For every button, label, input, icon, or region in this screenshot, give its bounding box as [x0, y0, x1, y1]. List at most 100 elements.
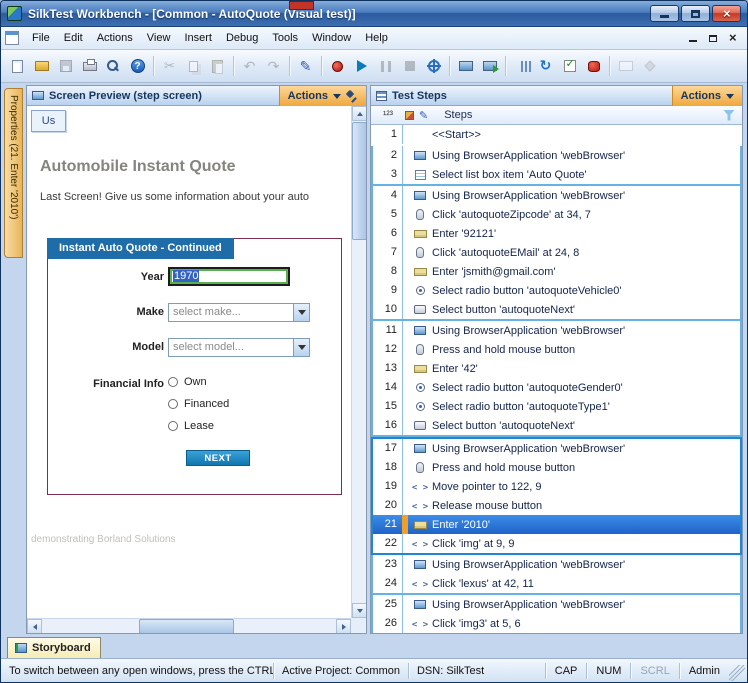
print-icon[interactable] — [78, 55, 101, 78]
mdi-restore-button[interactable] — [704, 31, 721, 46]
step-text: Click 'lexus' at 42, 11 — [432, 578, 740, 590]
next-button[interactable]: NEXT — [186, 450, 250, 466]
test-step-row-8[interactable]: 8Enter 'jsmith@gmail.com' — [373, 262, 740, 281]
test-step-row-17[interactable]: 17Using BrowserApplication 'webBrowser' — [373, 439, 740, 458]
new-file-icon[interactable] — [6, 55, 29, 78]
year-input[interactable]: 1970 — [168, 267, 290, 286]
test-step-row-2[interactable]: 2Using BrowserApplication 'webBrowser' — [373, 146, 740, 165]
steps-column-header[interactable]: ¹²³ Steps — [371, 106, 742, 125]
radio-label: Own — [184, 376, 207, 388]
resize-grip[interactable] — [729, 665, 745, 681]
pin-icon[interactable] — [346, 90, 358, 103]
mdi-close-button[interactable] — [724, 31, 741, 46]
radio-button-icon[interactable] — [168, 399, 178, 409]
play-icon[interactable] — [350, 55, 373, 78]
test-step-row-10[interactable]: 10Select button 'autoquoteNext' — [373, 300, 740, 319]
financial-option-financed[interactable]: Financed — [168, 397, 229, 411]
test-step-row-15[interactable]: 15Select radio button 'autoquoteType1' — [373, 397, 740, 416]
test-steps-actions-dropdown[interactable]: Actions — [672, 86, 742, 106]
menu-file[interactable]: File — [25, 29, 57, 47]
page-footer: demonstrating Borland Solutions — [31, 534, 176, 545]
test-step-row-20[interactable]: 20Release mouse button — [373, 496, 740, 515]
vertical-scroll-thumb[interactable] — [352, 122, 366, 240]
vertical-scrollbar[interactable] — [351, 106, 366, 618]
mdi-minimize-button[interactable] — [684, 31, 701, 46]
nav-fragment-button[interactable]: Us — [31, 110, 66, 132]
test-steps-columns-icon[interactable] — [510, 55, 533, 78]
radio-button-icon[interactable] — [168, 377, 178, 387]
scroll-down-button[interactable] — [352, 603, 366, 618]
test-step-row-23[interactable]: 23Using BrowserApplication 'webBrowser' — [373, 555, 740, 574]
dropdown-arrow-icon[interactable] — [293, 339, 309, 356]
screen-preview-toggle-icon[interactable] — [454, 55, 477, 78]
sync-icon[interactable] — [534, 55, 557, 78]
minimize-button[interactable] — [650, 5, 679, 22]
open-icon[interactable] — [30, 55, 53, 78]
menu-help[interactable]: Help — [358, 29, 395, 47]
menu-actions[interactable]: Actions — [90, 29, 140, 47]
sort-number-icon[interactable]: ¹²³ — [383, 110, 393, 121]
object-column-icon[interactable] — [405, 111, 414, 120]
model-select[interactable]: select model... — [168, 338, 310, 357]
test-step-row-3[interactable]: 3Select list box item 'Auto Quote' — [373, 165, 740, 184]
test-step-row-26[interactable]: 26Click 'img3' at 5, 6 — [373, 614, 740, 633]
menu-insert[interactable]: Insert — [177, 29, 219, 47]
scroll-right-button[interactable] — [336, 619, 351, 633]
financial-info-label: Financial Info — [52, 378, 164, 390]
test-step-row-1[interactable]: 1<<Start>> — [373, 125, 740, 144]
make-select[interactable]: select make... — [168, 303, 310, 322]
test-step-row-9[interactable]: 9Select radio button 'autoquoteVehicle0' — [373, 281, 740, 300]
screen-export-icon[interactable] — [478, 55, 501, 78]
database-stop-icon[interactable] — [582, 55, 605, 78]
current-step-group: 17Using BrowserApplication 'webBrowser'1… — [371, 437, 742, 555]
test-step-row-19[interactable]: 19Move pointer to 122, 9 — [373, 477, 740, 496]
step-text: Select list box item 'Auto Quote' — [432, 169, 740, 181]
test-step-row-18[interactable]: 18Press and hold mouse button — [373, 458, 740, 477]
maximize-button[interactable] — [681, 5, 710, 22]
test-step-row-13[interactable]: 13Enter '42' — [373, 359, 740, 378]
verify-icon[interactable] — [558, 55, 581, 78]
menu-debug[interactable]: Debug — [219, 29, 265, 47]
paste-icon — [206, 55, 229, 78]
menu-tools[interactable]: Tools — [265, 29, 305, 47]
test-step-row-16[interactable]: 16Select button 'autoquoteNext' — [373, 416, 740, 435]
scroll-left-button[interactable] — [27, 619, 42, 633]
scroll-up-button[interactable] — [352, 106, 366, 121]
financial-option-own[interactable]: Own — [168, 375, 207, 389]
help-icon[interactable] — [126, 55, 149, 78]
code-icon — [408, 618, 432, 630]
menu-window[interactable]: Window — [305, 29, 358, 47]
test-step-row-4[interactable]: 4Using BrowserApplication 'webBrowser' — [373, 186, 740, 205]
storyboard-tab[interactable]: Storyboard — [7, 637, 101, 658]
pen-icon[interactable] — [294, 55, 317, 78]
test-step-row-12[interactable]: 12Press and hold mouse button — [373, 340, 740, 359]
menu-view[interactable]: View — [140, 29, 178, 47]
test-step-row-25[interactable]: 25Using BrowserApplication 'webBrowser' — [373, 595, 740, 614]
test-step-row-11[interactable]: 11Using BrowserApplication 'webBrowser' — [373, 321, 740, 340]
test-step-row-21[interactable]: 21Enter '2010' — [373, 515, 740, 534]
test-step-row-24[interactable]: 24Click 'lexus' at 42, 11 — [373, 574, 740, 593]
title-bar[interactable]: SilkTest Workbench - [Common - AutoQuote… — [1, 1, 747, 27]
edit-column-icon[interactable] — [419, 109, 428, 122]
hotspot-icon[interactable] — [422, 55, 445, 78]
horizontal-scroll-thumb[interactable] — [139, 619, 234, 633]
test-step-row-5[interactable]: 5Click 'autoquoteZipcode' at 34, 7 — [373, 205, 740, 224]
test-step-row-7[interactable]: 7Click 'autoquoteEMail' at 24, 8 — [373, 243, 740, 262]
test-step-row-6[interactable]: 6Enter '92121' — [373, 224, 740, 243]
find-icon[interactable] — [102, 55, 125, 78]
screen-preview-actions-dropdown[interactable]: Actions — [279, 86, 366, 106]
step-number: 5 — [373, 205, 403, 224]
test-step-row-22[interactable]: 22Click 'img' at 9, 9 — [373, 534, 740, 553]
filter-icon[interactable] — [723, 110, 735, 121]
dropdown-arrow-icon[interactable] — [293, 304, 309, 321]
financial-option-lease[interactable]: Lease — [168, 419, 214, 433]
properties-tab[interactable]: Properties (21. Enter '2010') — [4, 88, 23, 258]
test-step-row-14[interactable]: 14Select radio button 'autoquoteGender0' — [373, 378, 740, 397]
radio-icon — [408, 402, 432, 411]
record-icon[interactable] — [326, 55, 349, 78]
document-icon — [5, 31, 19, 45]
close-button[interactable] — [712, 5, 741, 22]
radio-button-icon[interactable] — [168, 421, 178, 431]
menu-edit[interactable]: Edit — [57, 29, 90, 47]
horizontal-scrollbar[interactable] — [27, 618, 351, 633]
